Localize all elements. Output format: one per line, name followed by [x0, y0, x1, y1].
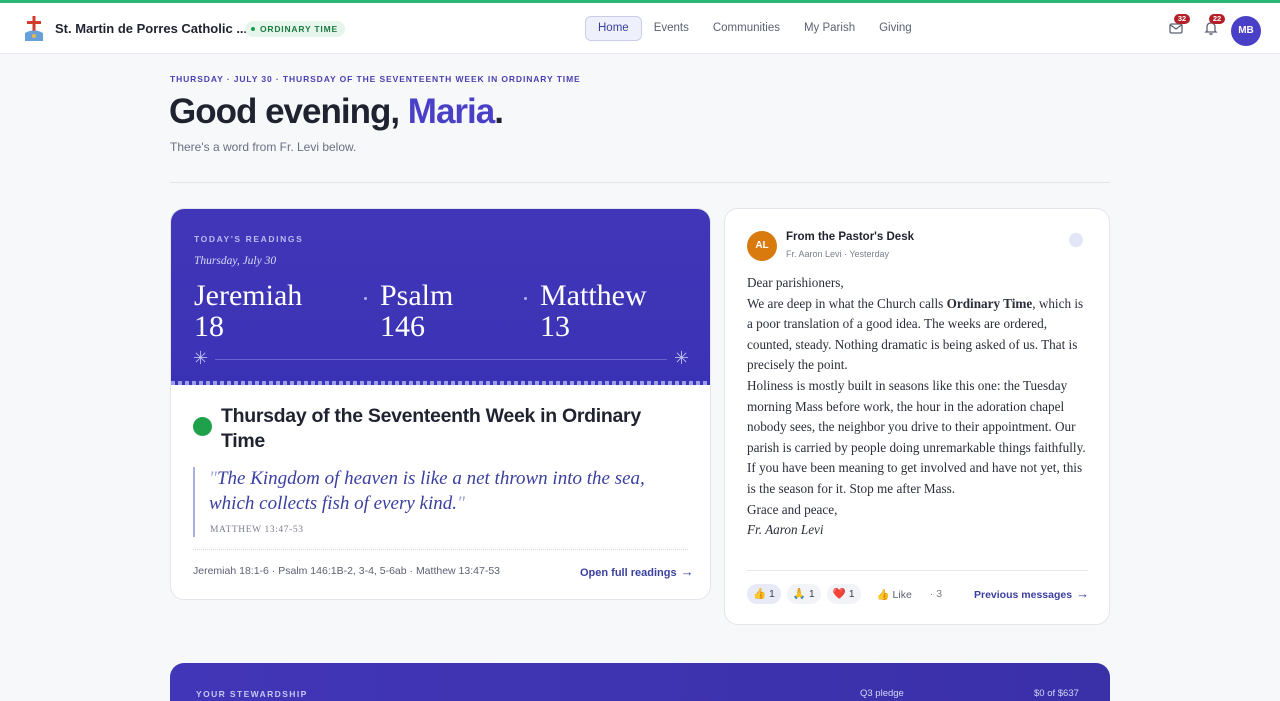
- greeting-name: Maria: [407, 92, 495, 131]
- arrow-right-icon: →: [1076, 586, 1090, 601]
- user-avatar[interactable]: MB: [1231, 16, 1261, 46]
- greeting-suffix: .: [494, 92, 504, 131]
- pledge-label: Q3 pledge: [860, 688, 904, 699]
- like-button[interactable]: 👍 Like: [877, 588, 912, 601]
- letter-signature: Fr. Aaron Levi: [747, 522, 824, 538]
- greeting: Good evening, Maria.: [169, 92, 504, 132]
- book-chapter: 13: [540, 310, 570, 343]
- greeting-prefix: Good evening,: [169, 92, 408, 131]
- arrow-right-icon: →: [680, 564, 694, 579]
- navbar: St. Martin de Porres Catholic ... ORDINA…: [0, 3, 1280, 54]
- messages-button[interactable]: 32: [1168, 14, 1190, 38]
- pastor-heading: From the Pastor's Desk: [786, 231, 914, 243]
- reactions-bar: 👍 1 🙏 1 ❤️ 1 👍 Like · 3: [747, 584, 942, 604]
- dateline: THURSDAY · JULY 30 · THURSDAY OF THE SEV…: [170, 74, 581, 84]
- readings-date: Thursday, July 30: [194, 255, 277, 267]
- close-quote-mark: ": [456, 493, 465, 514]
- asterisk-ornament-icon: ✳: [674, 348, 690, 368]
- letter-salutation: Dear parishioners,: [747, 275, 844, 290]
- gospel-quote-text: The Kingdom of heaven is like a net thro…: [209, 468, 645, 514]
- stewardship-card[interactable]: YOUR STEWARDSHIP Q3 pledge $0 of $637: [170, 663, 1110, 701]
- book-name: Jeremiah: [194, 279, 303, 312]
- gospel-quote: "The Kingdom of heaven is like a net thr…: [209, 466, 689, 516]
- feast-title: Thursday of the Seventeenth Week in Ordi…: [221, 405, 641, 452]
- gospel-quote-ref: MATTHEW 13:47-53: [210, 525, 304, 535]
- parish-name[interactable]: St. Martin de Porres Catholic ...: [55, 21, 247, 36]
- reaction-count: 1: [769, 588, 775, 600]
- pastor-meta: Fr. Aaron Levi · Yesterday: [786, 249, 890, 259]
- letter-closing: Grace and peace,: [747, 501, 838, 517]
- open-readings-label: Open full readings: [580, 567, 677, 579]
- reading-book-2[interactable]: Psalm 146: [380, 280, 453, 342]
- pledge-amount: $0 of $637: [1034, 688, 1079, 699]
- pastor-avatar[interactable]: AL: [747, 231, 777, 261]
- section-divider: [170, 182, 1110, 183]
- pastor-letter: Dear parishioners, We are deep in what t…: [747, 273, 1087, 541]
- book-separator: [364, 297, 367, 300]
- previous-messages-label: Previous messages: [974, 589, 1073, 601]
- letter-paragraph-2: Holiness is mostly built in seasons like…: [747, 377, 1086, 455]
- letter-emphasis: Ordinary Time: [946, 295, 1033, 311]
- quote-bar: [193, 467, 195, 537]
- open-full-readings-link[interactable]: Open full readings →: [580, 564, 694, 579]
- nav-home[interactable]: Home: [585, 16, 642, 41]
- book-name: Psalm: [380, 279, 454, 312]
- messages-count-badge: 32: [1174, 14, 1190, 24]
- readings-references: Jeremiah 18:1-6 · Psalm 146:1B-2, 3-4, 5…: [193, 565, 500, 577]
- pastor-separator: [747, 570, 1088, 571]
- open-quote-mark: ": [209, 468, 217, 489]
- heart-icon: ❤️: [832, 588, 846, 600]
- reaction-thumbs-up[interactable]: 👍 1: [747, 584, 781, 604]
- praying-hands-icon: 🙏: [792, 588, 806, 600]
- notifications-count-badge: 22: [1209, 14, 1225, 24]
- main-nav: Home Events Communities My Parish Giving: [585, 16, 924, 41]
- book-chapter: 18: [194, 310, 224, 343]
- thumbs-up-icon: 👍: [876, 588, 890, 601]
- stewardship-label: YOUR STEWARDSHIP: [196, 689, 308, 699]
- reading-book-3[interactable]: Matthew 13: [540, 280, 647, 342]
- reaction-count: 1: [848, 588, 855, 600]
- nav-my-parish[interactable]: My Parish: [792, 16, 867, 41]
- nav-communities[interactable]: Communities: [701, 16, 792, 41]
- thumbs-up-icon: 👍: [753, 588, 767, 600]
- reading-book-1[interactable]: Jeremiah 18: [194, 280, 302, 342]
- book-name: Matthew: [540, 279, 647, 312]
- nav-events[interactable]: Events: [642, 16, 701, 41]
- letter-paragraph-3: If you have been meaning to get involved…: [747, 460, 1083, 496]
- reaction-heart[interactable]: ❤️ 1: [826, 584, 861, 604]
- hero-rule: [215, 359, 667, 360]
- parish-logo-icon[interactable]: [22, 15, 46, 43]
- notifications-button[interactable]: 22: [1203, 14, 1225, 38]
- pastor-card: AL From the Pastor's Desk Fr. Aaron Levi…: [724, 208, 1110, 625]
- readings-label: TODAY'S READINGS: [194, 234, 304, 244]
- book-separator: [524, 297, 527, 300]
- readings-separator: [193, 549, 688, 550]
- reaction-count: 1: [808, 588, 815, 600]
- unread-indicator: [1069, 233, 1083, 247]
- previous-messages-link[interactable]: Previous messages →: [974, 586, 1089, 601]
- liturgical-color-dot: [193, 417, 212, 436]
- season-badge: ORDINARY TIME: [245, 21, 345, 37]
- letter-text: We are deep in what the Church calls: [747, 295, 947, 311]
- asterisk-ornament-icon: ✳: [193, 348, 209, 368]
- letter-paragraph-1: We are deep in what the Church calls Ord…: [747, 294, 1087, 376]
- nav-giving[interactable]: Giving: [867, 16, 924, 41]
- book-chapter: 146: [380, 310, 425, 343]
- readings-card: TODAY'S READINGS Thursday, July 30 Jerem…: [170, 208, 711, 600]
- hero-dashed-edge: [171, 381, 710, 385]
- like-label: Like: [892, 588, 912, 601]
- readings-hero: TODAY'S READINGS Thursday, July 30 Jerem…: [171, 209, 710, 385]
- reaction-total: · 3: [929, 588, 943, 600]
- greeting-subtitle: There's a word from Fr. Levi below.: [170, 140, 357, 154]
- reaction-pray[interactable]: 🙏 1: [786, 584, 821, 604]
